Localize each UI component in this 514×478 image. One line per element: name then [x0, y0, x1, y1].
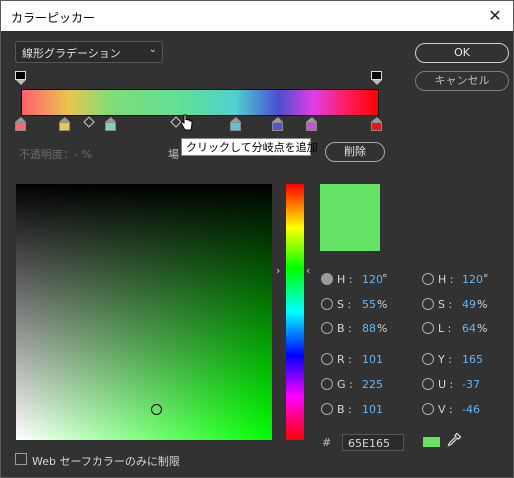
hsl-s-radio[interactable]: [422, 298, 434, 310]
hsb-h-value[interactable]: 120: [362, 273, 383, 286]
color-field-marker[interactable]: [151, 404, 162, 415]
hsb-b-label: B :: [337, 322, 352, 335]
midpoint-diamond[interactable]: [83, 116, 95, 128]
rgb-g-radio[interactable]: [321, 378, 333, 390]
title-bar: カラーピッカー ✕: [1, 1, 513, 31]
rgb-g-value[interactable]: 225: [362, 378, 383, 391]
hsb-s-label: S :: [337, 298, 352, 311]
color-stop[interactable]: [105, 117, 116, 132]
hsb-b-unit: %: [377, 322, 388, 335]
hsl-l-value[interactable]: 64: [462, 322, 476, 335]
color-picker-window: カラーピッカー ✕ 線形グラデーション ⌄ OK キャンセル 不透明度：- % …: [0, 0, 514, 478]
current-color-swatch: [320, 184, 380, 251]
window-title: カラーピッカー: [11, 11, 96, 25]
location-label: 場: [168, 148, 179, 161]
rgb-b-label: B :: [337, 403, 352, 416]
cancel-button[interactable]: キャンセル: [415, 71, 509, 91]
saturation-brightness-field[interactable]: [16, 184, 272, 440]
hsb-h-unit: °: [382, 272, 388, 285]
yuv-u-radio[interactable]: [422, 378, 434, 390]
chevron-down-icon: ⌄: [148, 44, 157, 55]
color-stop[interactable]: [15, 117, 26, 132]
delete-button[interactable]: 削除: [325, 142, 385, 162]
hsl-s-unit: %: [477, 298, 488, 311]
web-safe-label: Web セーフカラーのみに制限: [32, 455, 180, 468]
rgb-b-value[interactable]: 101: [362, 403, 383, 416]
hsl-l-unit: %: [477, 322, 488, 335]
hsb-h-radio[interactable]: [321, 273, 333, 285]
hsb-b-radio[interactable]: [321, 322, 333, 334]
hsb-s-value[interactable]: 55: [362, 298, 376, 311]
hsl-s-label: S :: [438, 298, 453, 311]
color-stop[interactable]: [371, 117, 382, 132]
hsl-l-label: L :: [438, 322, 452, 335]
hex-prefix: #: [322, 436, 332, 449]
close-icon[interactable]: ✕: [483, 4, 507, 28]
yuv-y-label: Y :: [438, 353, 452, 366]
rgb-b-radio[interactable]: [321, 403, 333, 415]
yuv-y-radio[interactable]: [422, 353, 434, 365]
rgb-g-label: G :: [337, 378, 353, 391]
web-safe-checkbox[interactable]: [15, 453, 27, 465]
hsb-s-unit: %: [377, 298, 388, 311]
color-stop[interactable]: [230, 117, 241, 132]
ok-button[interactable]: OK: [415, 43, 509, 63]
gradient-bar[interactable]: [21, 89, 379, 116]
tooltip: クリックして分岐点を追加: [181, 138, 318, 156]
hsb-h-label: H :: [337, 273, 353, 286]
eyedropper-icon[interactable]: [446, 432, 462, 448]
hsb-b-value[interactable]: 88: [362, 322, 376, 335]
hand-cursor-icon: [180, 114, 193, 131]
opacity-stop-left[interactable]: [15, 71, 26, 85]
hsl-h-unit: °: [483, 272, 489, 285]
rgb-r-radio[interactable]: [321, 353, 333, 365]
hex-input[interactable]: 65E165: [342, 434, 404, 451]
hsl-h-radio[interactable]: [422, 273, 434, 285]
color-stop[interactable]: [59, 117, 70, 132]
yuv-u-value[interactable]: -37: [462, 378, 480, 391]
hsl-l-radio[interactable]: [422, 322, 434, 334]
hsl-h-value[interactable]: 120: [462, 273, 483, 286]
hue-slider-left-arrow[interactable]: ›: [276, 264, 280, 277]
hsb-s-radio[interactable]: [321, 298, 333, 310]
yuv-v-radio[interactable]: [422, 403, 434, 415]
hue-slider[interactable]: [286, 184, 304, 440]
opacity-stop-right[interactable]: [371, 71, 382, 85]
hsl-s-value[interactable]: 49: [462, 298, 476, 311]
gradient-type-dropdown[interactable]: 線形グラデーション ⌄: [15, 41, 163, 63]
color-stop[interactable]: [306, 117, 317, 132]
gradient-type-label: 線形グラデーション: [22, 47, 121, 60]
rgb-r-label: R :: [337, 353, 352, 366]
color-stop[interactable]: [272, 117, 283, 132]
yuv-u-label: U :: [438, 378, 454, 391]
color-preview-mini: [423, 437, 440, 447]
opacity-label: 不透明度：- %: [19, 148, 92, 161]
hue-slider-right-arrow[interactable]: ‹: [306, 264, 310, 277]
yuv-v-value[interactable]: -46: [462, 403, 480, 416]
yuv-y-value[interactable]: 165: [462, 353, 483, 366]
hsl-h-label: H :: [438, 273, 454, 286]
yuv-v-label: V :: [438, 403, 453, 416]
rgb-r-value[interactable]: 101: [362, 353, 383, 366]
